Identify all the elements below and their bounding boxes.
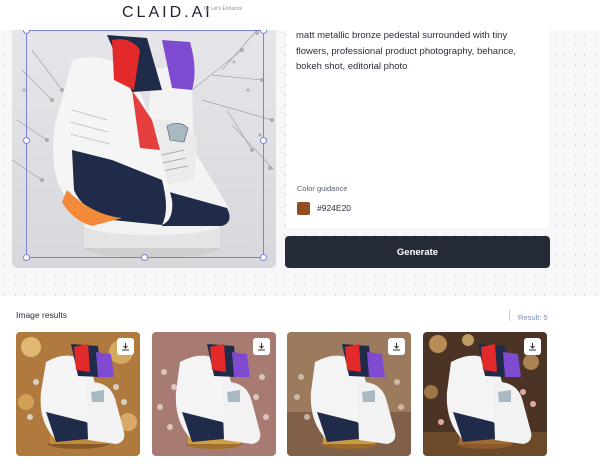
download-button[interactable] bbox=[524, 338, 541, 355]
color-hex-value[interactable]: #924E20 bbox=[317, 203, 351, 213]
divider bbox=[509, 310, 510, 321]
download-button[interactable] bbox=[388, 338, 405, 355]
resize-handle[interactable] bbox=[23, 30, 30, 34]
logo-text: CLAID.AI bbox=[122, 4, 213, 21]
image-results-section: Image results Result: 5 bbox=[0, 296, 600, 467]
download-button[interactable] bbox=[253, 338, 270, 355]
generate-button[interactable]: Generate bbox=[285, 236, 550, 268]
resize-handle[interactable] bbox=[23, 137, 30, 144]
resize-handle[interactable] bbox=[23, 254, 30, 261]
resize-handle[interactable] bbox=[260, 137, 267, 144]
download-icon bbox=[393, 343, 400, 351]
color-swatch[interactable] bbox=[297, 202, 310, 215]
result-thumbnail[interactable] bbox=[287, 332, 411, 456]
prompt-panel: matt metallic bronze pedestal surrounded… bbox=[286, 18, 549, 228]
download-icon bbox=[529, 343, 536, 351]
resize-handle[interactable] bbox=[260, 254, 267, 261]
prompt-textarea[interactable]: matt metallic bronze pedestal surrounded… bbox=[296, 28, 540, 75]
download-icon bbox=[258, 343, 265, 351]
selection-box[interactable] bbox=[23, 30, 267, 261]
results-count: Result: 5 bbox=[518, 313, 548, 322]
result-thumbnail[interactable] bbox=[423, 332, 547, 456]
download-icon bbox=[122, 343, 129, 351]
result-thumbnail[interactable] bbox=[152, 332, 276, 456]
download-button[interactable] bbox=[117, 338, 134, 355]
results-title: Image results bbox=[16, 310, 68, 320]
logo-subtitle: by Let's Enhance bbox=[204, 6, 243, 12]
claid-logo[interactable]: CLAID.AI by Let's Enhance bbox=[122, 4, 242, 22]
image-editor-canvas[interactable] bbox=[12, 30, 276, 268]
color-guidance-label: Color guidance bbox=[297, 184, 348, 193]
resize-handle[interactable] bbox=[141, 254, 148, 261]
result-thumbnail[interactable] bbox=[16, 332, 140, 456]
